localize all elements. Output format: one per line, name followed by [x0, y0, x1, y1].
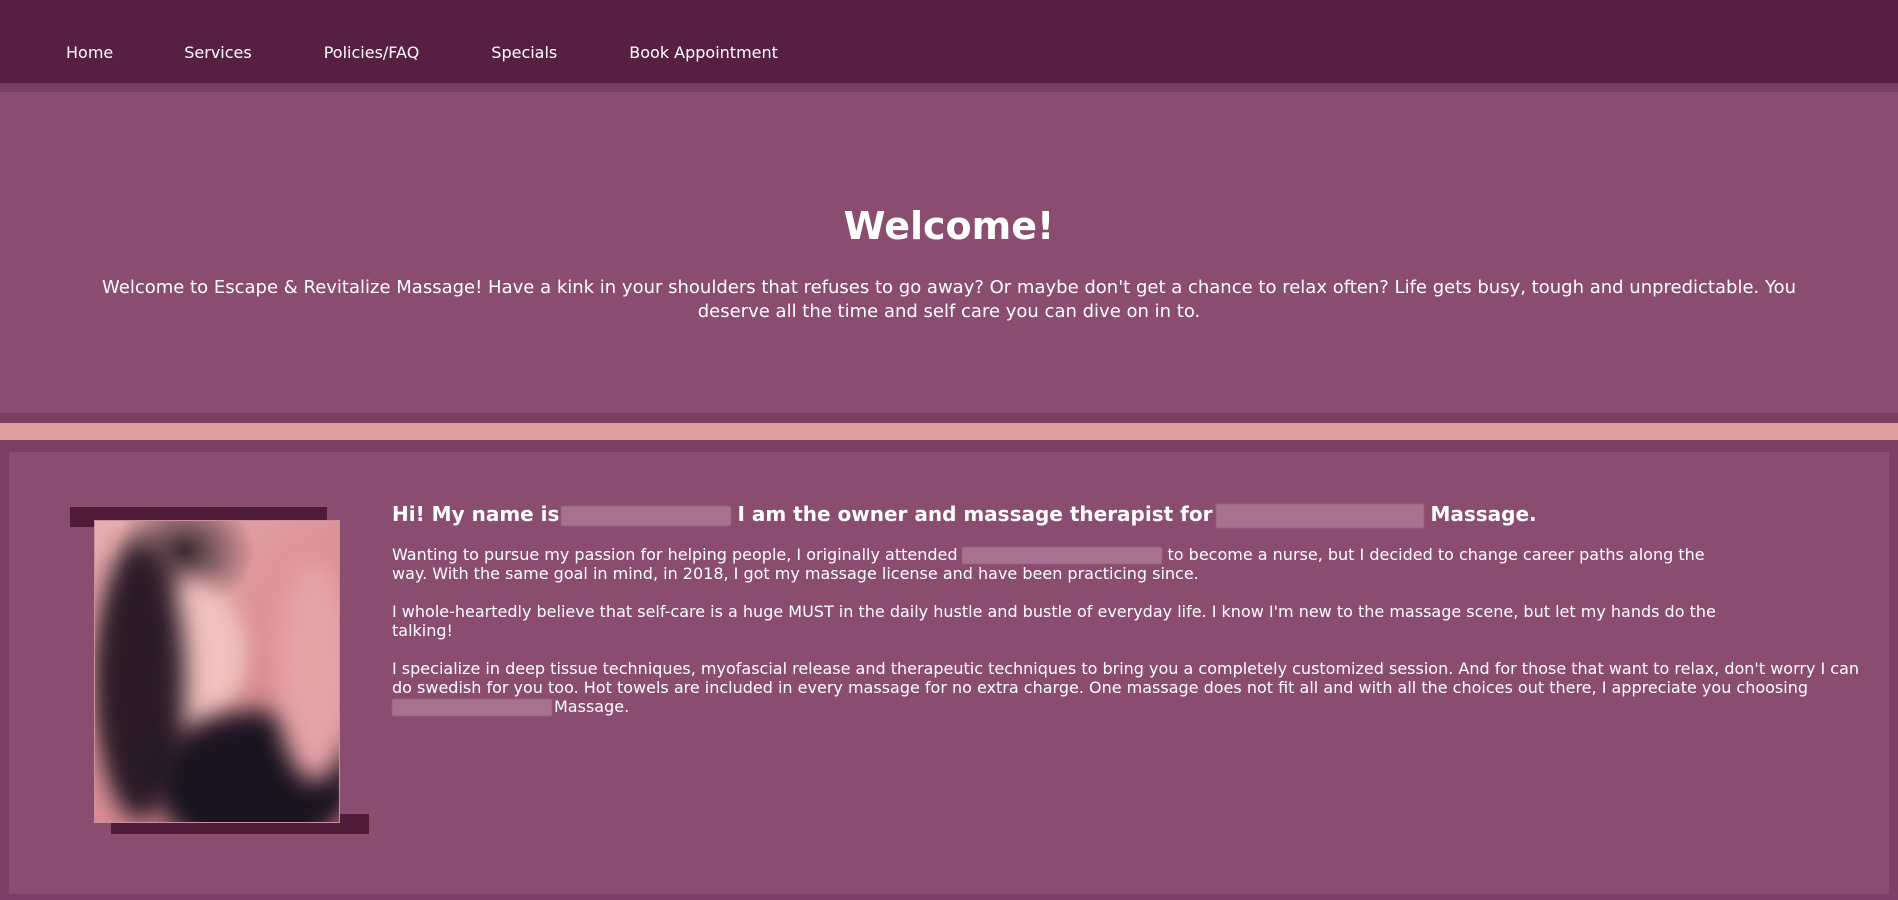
about-p3-end: Massage.: [554, 697, 630, 716]
top-navigation: Home Services Policies/FAQ Specials Book…: [0, 0, 1898, 92]
redacted-school-name: [961, 547, 1162, 564]
welcome-hero: Welcome! Welcome to Escape & Revitalize …: [0, 92, 1898, 413]
nav-services-link[interactable]: Services: [184, 43, 251, 63]
nav-home-link[interactable]: Home: [66, 43, 113, 63]
nav-specials-link[interactable]: Specials: [491, 43, 557, 63]
divider-dark: [0, 413, 1898, 423]
nav-policies-faq-link[interactable]: Policies/FAQ: [324, 43, 420, 63]
redacted-business-name: [1216, 503, 1425, 528]
about-heading-intro: Hi! My name is: [392, 502, 560, 526]
owner-portrait-photo: [94, 520, 340, 823]
about-paragraph-specialties: I specialize in deep tissue techniques, …: [392, 659, 1862, 716]
hero-intro-text: Welcome to Escape & Revitalize Massage! …: [102, 277, 1796, 322]
about-heading: Hi! My name is I am the owner and massage…: [392, 501, 1537, 528]
about-p3-start: I specialize in deep tissue techniques, …: [392, 659, 1860, 697]
hero-title: Welcome!: [843, 204, 1055, 248]
about-p1-start: Wanting to pursue my passion for helping…: [392, 545, 958, 564]
about-heading-role: I am the owner and massage therapist for: [737, 502, 1213, 526]
about-owner-section: Hi! My name is I am the owner and massage…: [9, 452, 1889, 894]
about-paragraph-background: Wanting to pursue my passion for helping…: [392, 545, 1722, 583]
divider-accent-stripe: [0, 423, 1898, 440]
nav-book-appointment-link[interactable]: Book Appointment: [629, 43, 778, 63]
redacted-business-name-2: [392, 699, 552, 716]
nav-menu: Home Services Policies/FAQ Specials Book…: [66, 43, 778, 63]
redacted-owner-name: [561, 505, 732, 526]
about-paragraph-philosophy: I whole-heartedly believe that self-care…: [392, 602, 1716, 640]
about-heading-suffix: Massage.: [1430, 502, 1537, 526]
